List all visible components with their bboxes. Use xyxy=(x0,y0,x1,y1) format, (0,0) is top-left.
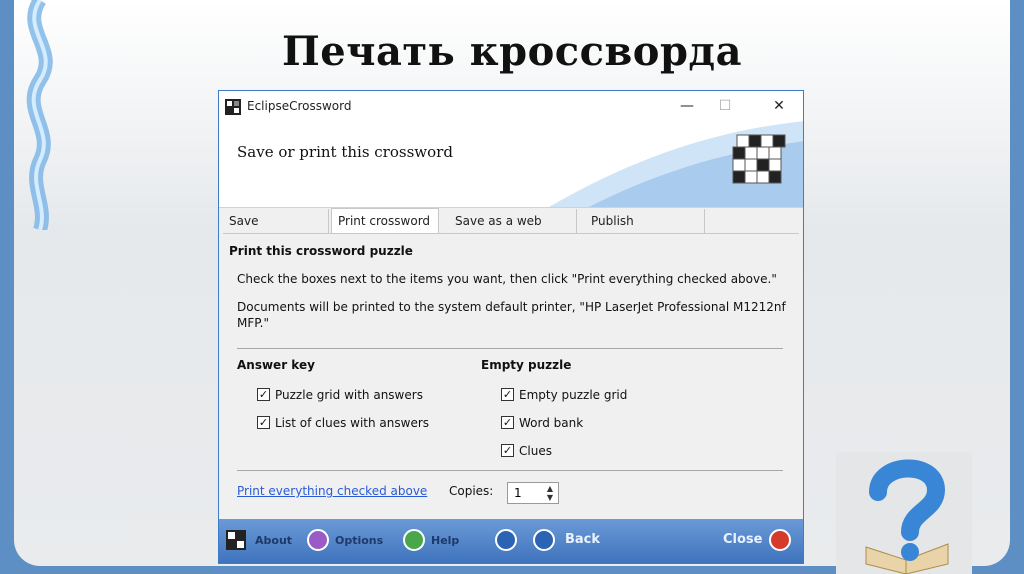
pane-heading: Print this crossword puzzle xyxy=(229,244,413,258)
empty-puzzle-heading: Empty puzzle xyxy=(481,358,572,372)
options-gear-icon xyxy=(307,529,329,551)
copies-label: Copies: xyxy=(449,484,494,498)
about-button[interactable]: About xyxy=(225,529,295,553)
close-x-icon xyxy=(769,529,791,551)
help-question-icon xyxy=(403,529,425,551)
spin-up-icon[interactable]: ▲ xyxy=(544,484,556,493)
minimize-button[interactable]: — xyxy=(669,95,705,117)
tab-save-web-page[interactable]: Save as a web page xyxy=(449,209,577,252)
checkbox-clues-with-answers[interactable]: ✓ xyxy=(257,416,270,429)
copies-value[interactable]: 1 xyxy=(514,486,522,500)
answer-key-heading: Answer key xyxy=(237,358,315,372)
printer-text-line1: Documents will be printed to the system … xyxy=(237,300,786,314)
app-grid-icon xyxy=(225,99,241,115)
print-everything-link[interactable]: Print everything checked above xyxy=(237,484,427,498)
checkbox-word-bank[interactable]: ✓ xyxy=(501,416,514,429)
checkbox-clues[interactable]: ✓ xyxy=(501,444,514,457)
question-mark-book-icon xyxy=(836,452,972,574)
back-arrow-icon xyxy=(533,529,555,551)
label-clues-with-answers: List of clues with answers xyxy=(275,416,430,430)
copies-spinner[interactable]: 1 ▲ ▼ xyxy=(507,482,559,504)
step-back-button[interactable] xyxy=(495,529,519,553)
close-label: Close xyxy=(723,532,763,547)
print-pane: Print this crossword puzzle Check the bo… xyxy=(223,233,799,514)
label-clues: Clues xyxy=(519,444,552,458)
instructions-text: Check the boxes next to the items you wa… xyxy=(237,272,777,286)
label-word-bank: Word bank xyxy=(519,416,584,430)
tab-print-crossword[interactable]: Print crossword xyxy=(331,208,439,234)
eclipsecrossword-window: EclipseCrossword — ☐ ✕ Save or print thi… xyxy=(218,90,804,564)
help-label: Help xyxy=(431,534,460,547)
divider xyxy=(237,470,783,471)
slide-title: Печать кроссворда xyxy=(281,28,743,75)
maximize-button[interactable]: ☐ xyxy=(707,95,743,117)
label-puzzle-grid-answers: Puzzle grid with answers xyxy=(275,388,423,402)
bottom-toolbar: About Options Help Back Close xyxy=(219,519,803,563)
label-empty-puzzle-grid: Empty puzzle grid xyxy=(519,388,628,402)
about-grid-icon xyxy=(226,530,246,550)
tab-save-crossword[interactable]: Save crossword xyxy=(223,209,329,252)
window-title: EclipseCrossword xyxy=(247,99,352,113)
header-banner: Save or print this crossword xyxy=(219,121,803,208)
step-back-icon xyxy=(495,529,517,551)
banner-title: Save or print this crossword xyxy=(237,143,453,161)
back-label: Back xyxy=(565,532,601,547)
checkbox-puzzle-grid-answers[interactable]: ✓ xyxy=(257,388,270,401)
tab-publish-crossword[interactable]: Publish crossword xyxy=(585,209,705,252)
options-label: Options xyxy=(335,534,384,547)
divider xyxy=(237,348,783,349)
close-button[interactable]: Close xyxy=(723,529,797,553)
options-button[interactable]: Options xyxy=(307,529,387,553)
crossword-grid-icon xyxy=(732,134,786,184)
about-label: About xyxy=(255,534,293,547)
spin-down-icon[interactable]: ▼ xyxy=(544,493,556,502)
close-window-button[interactable]: ✕ xyxy=(761,95,797,117)
printer-text-line2: MFP." xyxy=(237,316,269,330)
help-button[interactable]: Help xyxy=(403,529,463,553)
back-button[interactable]: Back xyxy=(533,529,605,553)
checkbox-empty-puzzle-grid[interactable]: ✓ xyxy=(501,388,514,401)
title-bar: EclipseCrossword — ☐ ✕ xyxy=(219,91,803,121)
